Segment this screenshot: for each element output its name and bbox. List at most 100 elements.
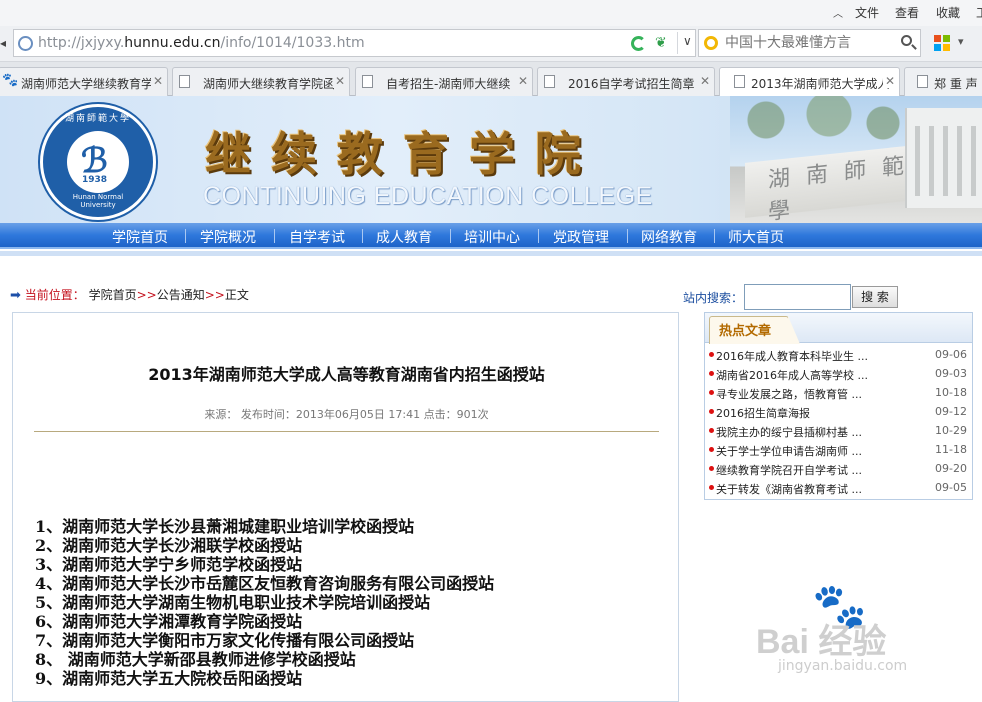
hot-article-title[interactable]: 我院主办的绥宁县插柳村基 ...	[716, 424, 862, 440]
close-icon[interactable]: ✕	[332, 74, 345, 88]
nav-online-edu[interactable]: 网络教育	[641, 227, 697, 247]
breadcrumb-section[interactable]: 公告通知	[157, 288, 205, 302]
hot-article-title[interactable]: 2016招生简章海报	[716, 405, 810, 421]
nav-home[interactable]: 学院首页	[112, 227, 168, 247]
site-search-input[interactable]	[744, 284, 851, 310]
menu-tools[interactable]: 工	[976, 4, 982, 21]
hot-article-item[interactable]: 寻专业发展之路，悟教育管 ... 10-18	[709, 384, 971, 403]
globe-icon	[18, 36, 33, 51]
bullet-icon	[709, 447, 714, 452]
nav-about[interactable]: 学院概况	[200, 227, 256, 247]
seal-year: 1938	[82, 175, 108, 185]
campus-trees	[730, 96, 910, 156]
hot-article-date: 09-12	[935, 405, 967, 418]
nav-self-study[interactable]: 自学考试	[289, 227, 345, 247]
tab-2[interactable]: 湖南师大继续教育学院函 ✕	[172, 67, 350, 96]
list-item: 6、湖南师范大学湘潭教育学院函授站	[35, 612, 303, 631]
bullet-icon	[709, 352, 714, 357]
hot-article-item[interactable]: 2016招生简章海报 09-12	[709, 403, 971, 422]
search-icon[interactable]	[901, 35, 912, 46]
site-nav: 学院首页 学院概况 自学考试 成人教育 培训中心 党政管理 网络教育 师大首页	[0, 223, 982, 249]
hot-article-date: 09-06	[935, 348, 967, 361]
nav-divider	[274, 229, 275, 243]
bullet-icon	[709, 485, 714, 490]
hot-article-item[interactable]: 继续教育学院召开自学考试 ... 09-20	[709, 460, 971, 479]
hot-article-title[interactable]: 关于学士学位申请告湖南师 ...	[716, 443, 862, 459]
hot-article-item[interactable]: 我院主办的绥宁县插柳村基 ... 10-29	[709, 422, 971, 441]
arrow-right-icon: ➡	[10, 288, 21, 303]
tab-label: 2013年湖南师范大学成人	[751, 77, 890, 91]
nav-adult-edu[interactable]: 成人教育	[376, 227, 432, 247]
tab-3[interactable]: 自考招生-湖南师大继续 ✕	[355, 67, 533, 96]
site-search-button[interactable]: 搜 索	[852, 286, 898, 308]
apps-grid-icon[interactable]	[934, 35, 950, 51]
hot-article-title[interactable]: 寻专业发展之路，悟教育管 ...	[716, 386, 862, 402]
baidu-jingyan-watermark: 🐾 Bai 经验 jingyan.baidu.com	[756, 580, 976, 690]
hot-articles-header: 热点文章	[705, 313, 972, 344]
hot-article-item[interactable]: 关于学士学位申请告湖南师 ... 11-18	[709, 441, 971, 460]
hot-article-date: 09-03	[935, 367, 967, 380]
nav-divider	[450, 229, 451, 243]
chevron-down-icon[interactable]: ∨	[683, 34, 692, 48]
page-icon	[179, 75, 190, 88]
browser-search-box[interactable]	[698, 29, 921, 57]
search-engine-icon	[704, 36, 718, 50]
nav-university-home[interactable]: 师大首页	[728, 227, 784, 247]
seal-center: ℬ 1938	[67, 131, 129, 193]
article-panel: 2013年湖南师范大学成人高等教育湖南省内招生函授站 来源： 发布时间：2013…	[12, 312, 679, 702]
close-icon[interactable]: ✕	[515, 74, 528, 88]
close-icon[interactable]: ✕	[150, 74, 163, 88]
nav-training[interactable]: 培训中心	[464, 227, 520, 247]
hot-article-date: 11-18	[935, 443, 967, 456]
list-item: 2、湖南师范大学长沙湘联学校函授站	[35, 536, 303, 555]
breadcrumb-sep: >>	[204, 288, 225, 302]
dropdown-arrow-icon[interactable]: ▾	[958, 35, 964, 48]
university-seal-logo[interactable]: 湖南師範大學 ℬ 1938 Hunan Normal University	[40, 104, 156, 220]
menu-file[interactable]: 文件	[855, 4, 879, 21]
leaf-icon[interactable]: ❦	[655, 35, 667, 51]
bullet-icon	[709, 371, 714, 376]
hot-article-title[interactable]: 湖南省2016年成人高等学校 ...	[716, 367, 868, 383]
hot-article-title[interactable]: 2016年成人教育本科毕业生 ...	[716, 348, 868, 364]
refresh-icon[interactable]	[631, 36, 646, 51]
menu-view[interactable]: 查看	[895, 4, 919, 21]
seal-en-text: Hunan Normal University	[72, 193, 124, 209]
hot-article-item[interactable]: 2016年成人教育本科毕业生 ... 09-06	[709, 346, 971, 365]
seal-cn-text: 湖南師範大學	[64, 114, 131, 124]
address-bar[interactable]: http://jxjyxy.hunnu.edu.cn/info/1014/103…	[13, 29, 696, 57]
chevron-down-icon[interactable]: ︿	[833, 5, 843, 20]
web-page: 湖南師範大學 湖南師範大學 ℬ 1938 Hunan Normal Univer…	[0, 96, 982, 702]
back-icon[interactable]: ◂	[0, 36, 6, 50]
browser-search-input[interactable]	[725, 34, 895, 52]
page-icon	[734, 75, 745, 88]
hot-article-title[interactable]: 关于转发《湖南省教育考试 ...	[716, 481, 862, 497]
hot-articles-title: 热点文章	[719, 324, 772, 339]
breadcrumb-home[interactable]: 学院首页	[89, 288, 137, 302]
hot-article-item[interactable]: 湖南省2016年成人高等学校 ... 09-03	[709, 365, 971, 384]
paw-icon: 🐾	[2, 73, 19, 88]
menu-favorites[interactable]: 收藏	[936, 4, 960, 21]
nav-party-admin[interactable]: 党政管理	[553, 227, 609, 247]
bullet-icon	[709, 428, 714, 433]
tab-5-active[interactable]: 2013年湖南师范大学成人 ✕	[719, 67, 900, 97]
nav-divider	[714, 229, 715, 243]
tab-1[interactable]: 🐾 湖南师范大学继续教育学 ✕	[0, 67, 168, 96]
address-row: ◂ http://jxjyxy.hunnu.edu.cn/info/1014/1…	[0, 26, 982, 62]
close-icon[interactable]: ✕	[882, 74, 895, 88]
tab-6[interactable]: 郑 重 声	[904, 67, 982, 96]
breadcrumb-sep: >>	[136, 288, 157, 302]
hot-article-title[interactable]: 继续教育学院召开自学考试 ...	[716, 462, 862, 478]
divider	[34, 431, 659, 432]
tab-4[interactable]: 2016自学考试招生简章 ✕	[537, 67, 715, 96]
close-icon[interactable]: ✕	[697, 74, 710, 88]
bullet-icon	[709, 466, 714, 471]
list-item: 1、湖南师范大学长沙县萧湘城建职业培训学校函授站	[35, 517, 415, 536]
nav-divider	[185, 229, 186, 243]
tab-label: 2016自学考试招生简章	[568, 77, 695, 91]
hot-article-item[interactable]: 关于转发《湖南省教育考试 ... 09-05	[709, 479, 971, 498]
college-title-en: CONTINUING EDUCATION COLLEGE	[203, 182, 653, 210]
url-text[interactable]: http://jxjyxy.hunnu.edu.cn/info/1014/103…	[38, 35, 365, 51]
breadcrumb-current: 正文	[224, 288, 249, 302]
bullet-icon	[709, 409, 714, 414]
tab-label: 郑 重 声	[934, 77, 978, 91]
